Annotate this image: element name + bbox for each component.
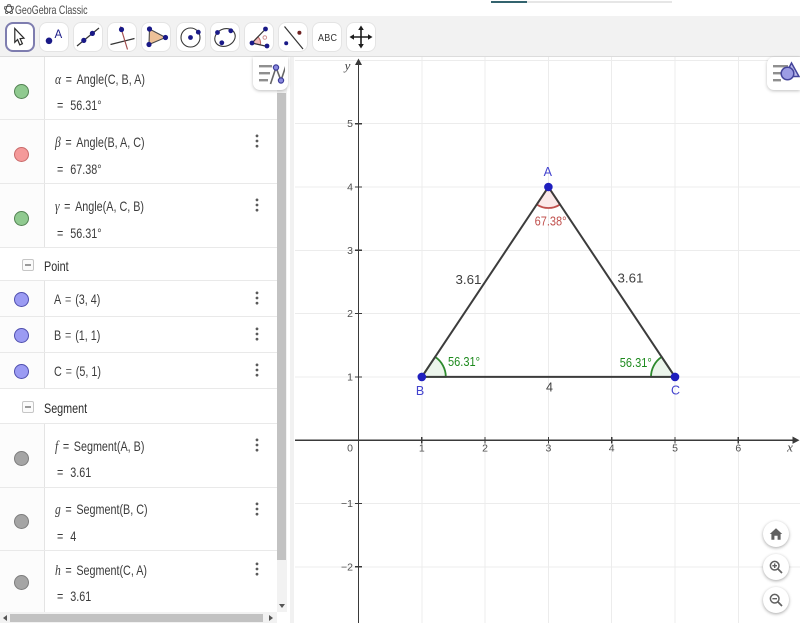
svg-text:56.31°: 56.31° (620, 356, 652, 370)
svg-text:0: 0 (347, 443, 353, 455)
svg-text:1: 1 (347, 371, 353, 383)
svg-text:C: C (671, 384, 680, 398)
svg-text:3.61: 3.61 (456, 273, 482, 287)
svg-text:A: A (544, 165, 553, 179)
svg-text:6: 6 (735, 443, 741, 455)
svg-text:3.61: 3.61 (618, 272, 644, 286)
svg-text:1: 1 (419, 443, 425, 455)
svg-text:−2: −2 (341, 561, 353, 573)
svg-text:5: 5 (672, 443, 678, 455)
svg-text:A: A (55, 29, 63, 41)
svg-text:2: 2 (482, 443, 488, 455)
svg-text:3: 3 (347, 245, 353, 257)
svg-text:4: 4 (347, 182, 353, 194)
svg-text:56.31°: 56.31° (448, 355, 480, 369)
svg-text:x: x (786, 440, 793, 455)
svg-text:67.38°: 67.38° (535, 215, 567, 229)
svg-text:B: B (416, 384, 424, 398)
svg-text:y: y (343, 58, 351, 73)
svg-text:4: 4 (546, 381, 553, 395)
svg-text:5: 5 (347, 118, 353, 130)
svg-text:2: 2 (347, 308, 353, 320)
svg-text:−1: −1 (341, 498, 353, 510)
svg-text:3: 3 (545, 443, 551, 455)
svg-text:4: 4 (609, 443, 615, 455)
